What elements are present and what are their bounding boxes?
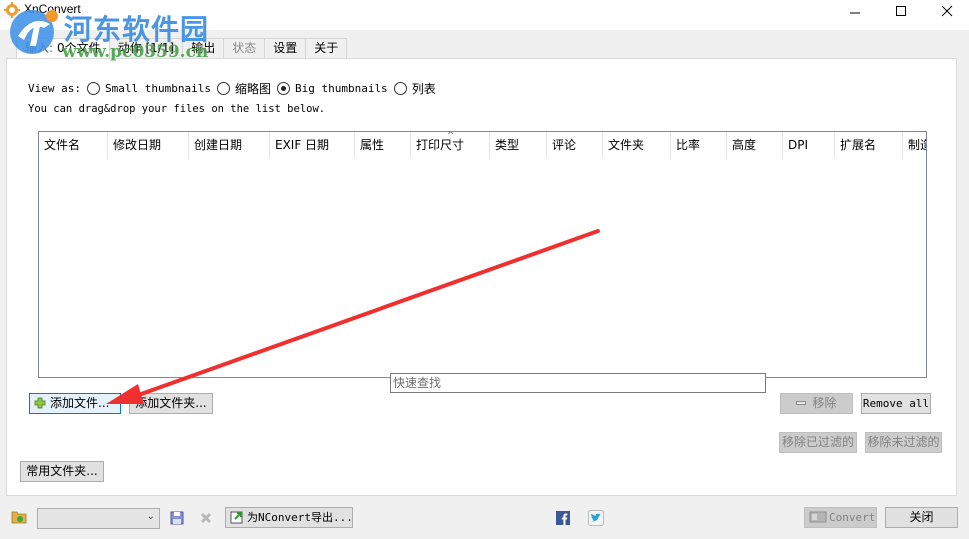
xnconvert-logo-icon [4,2,20,18]
maximize-icon [896,6,906,16]
column-header[interactable]: 创建日期 [189,132,270,159]
radio-label: Big thumbnails [294,82,388,95]
radio-label: 列表 [411,82,436,96]
tab-output[interactable]: 输出 [182,38,225,58]
convert-icon [809,511,827,523]
close-window-button[interactable] [924,0,969,22]
minimize-icon [850,12,860,14]
main-tabs: 输入: 0个文件 动作 [1/1] 输出 状态 设置 关于 [16,38,348,59]
maximize-button[interactable] [878,0,924,22]
window-title: XnConvert [24,2,81,16]
sort-ascending-icon: ^ [447,132,455,141]
title-bar: XnConvert [0,0,969,30]
add-files-label: 添加文件... [50,396,110,410]
column-header[interactable]: DPI [783,132,835,159]
tab-actions[interactable]: 动作 [1/1] [108,38,184,58]
twitter-icon[interactable] [588,510,604,526]
radio-indicator-selected [276,82,290,95]
convert-button[interactable]: Convert [804,507,877,528]
column-header[interactable]: 制造 [903,132,926,159]
save-icon[interactable] [170,511,184,525]
input-panel: View as: Small thumbnails 缩略图 Big thumbn… [6,58,957,496]
radio-indicator [393,82,407,95]
delete-icon[interactable] [199,511,213,525]
export-icon [230,511,243,524]
column-header[interactable]: 扩展名 [835,132,903,159]
export-nconvert-label: 为NConvert导出... [247,511,353,524]
view-as-group: View as: Small thumbnails 缩略图 Big thumbn… [28,80,436,97]
convert-label: Convert [829,511,876,524]
column-header[interactable]: 高度 [727,132,783,159]
radio-small-thumbnails[interactable]: Small thumbnails [86,82,211,95]
tab-about[interactable]: 关于 [305,38,348,58]
add-files-button[interactable]: 添加文件... [29,393,121,414]
remove-button[interactable]: 移除 [780,393,853,414]
quick-search-input[interactable] [390,373,766,393]
radio-thumbnails[interactable]: 缩略图 [216,80,271,97]
tab-status[interactable]: 状态 [223,38,266,58]
column-header[interactable]: EXIF 日期 [270,132,355,159]
remove-label: 移除 [812,396,837,410]
column-header[interactable]: 文件名 [39,132,108,159]
column-header[interactable]: 评论 [547,132,603,159]
tab-input-prefix: 输入: [25,41,54,55]
file-list-header: 文件名 修改日期 创建日期 EXIF 日期 属性 ^ 打印尺寸 类型 评论 文件… [39,132,926,159]
radio-indicator [216,82,230,95]
column-header[interactable]: 文件夹 [603,132,671,159]
add-icon [34,397,46,409]
preset-dropdown[interactable]: ⌄ [37,508,160,529]
folder-load-icon[interactable] [11,510,27,524]
radio-indicator [86,82,100,95]
remove-all-button[interactable]: Remove all [861,393,931,414]
remove-unfiltered-button[interactable]: 移除未过滤的 [865,432,942,453]
tab-input[interactable]: 输入: 0个文件 [16,38,110,59]
tab-settings[interactable]: 设置 [264,38,307,58]
radio-list[interactable]: 列表 [393,80,436,97]
view-as-label: View as: [28,82,81,95]
remove-filtered-button[interactable]: 移除已过滤的 [779,432,857,453]
minimize-button[interactable] [832,0,878,22]
column-header[interactable]: 比率 [671,132,727,159]
column-header[interactable]: 类型 [490,132,547,159]
file-list[interactable]: 文件名 修改日期 创建日期 EXIF 日期 属性 ^ 打印尺寸 类型 评论 文件… [38,131,927,378]
minus-icon [796,401,807,405]
close-button[interactable]: 关闭 [885,507,958,528]
radio-label: 缩略图 [234,82,271,96]
radio-big-thumbnails[interactable]: Big thumbnails [276,82,388,95]
radio-label: Small thumbnails [104,82,211,95]
column-header-label: 打印尺寸 [416,138,465,152]
tab-input-label: 0个文件 [57,41,101,55]
facebook-icon[interactable] [556,511,570,525]
column-header[interactable]: 属性 [355,132,411,159]
column-header[interactable]: 修改日期 [108,132,189,159]
favorite-folders-button[interactable]: 常用文件夹... [20,461,104,482]
export-nconvert-button[interactable]: 为NConvert导出... [225,507,353,528]
close-icon [941,5,953,17]
column-header-sorted[interactable]: ^ 打印尺寸 [411,132,490,159]
add-folder-button[interactable]: 添加文件夹... [129,393,213,414]
drag-drop-hint: You can drag&drop your files on the list… [28,103,326,115]
chevron-down-icon: ⌄ [146,511,155,522]
